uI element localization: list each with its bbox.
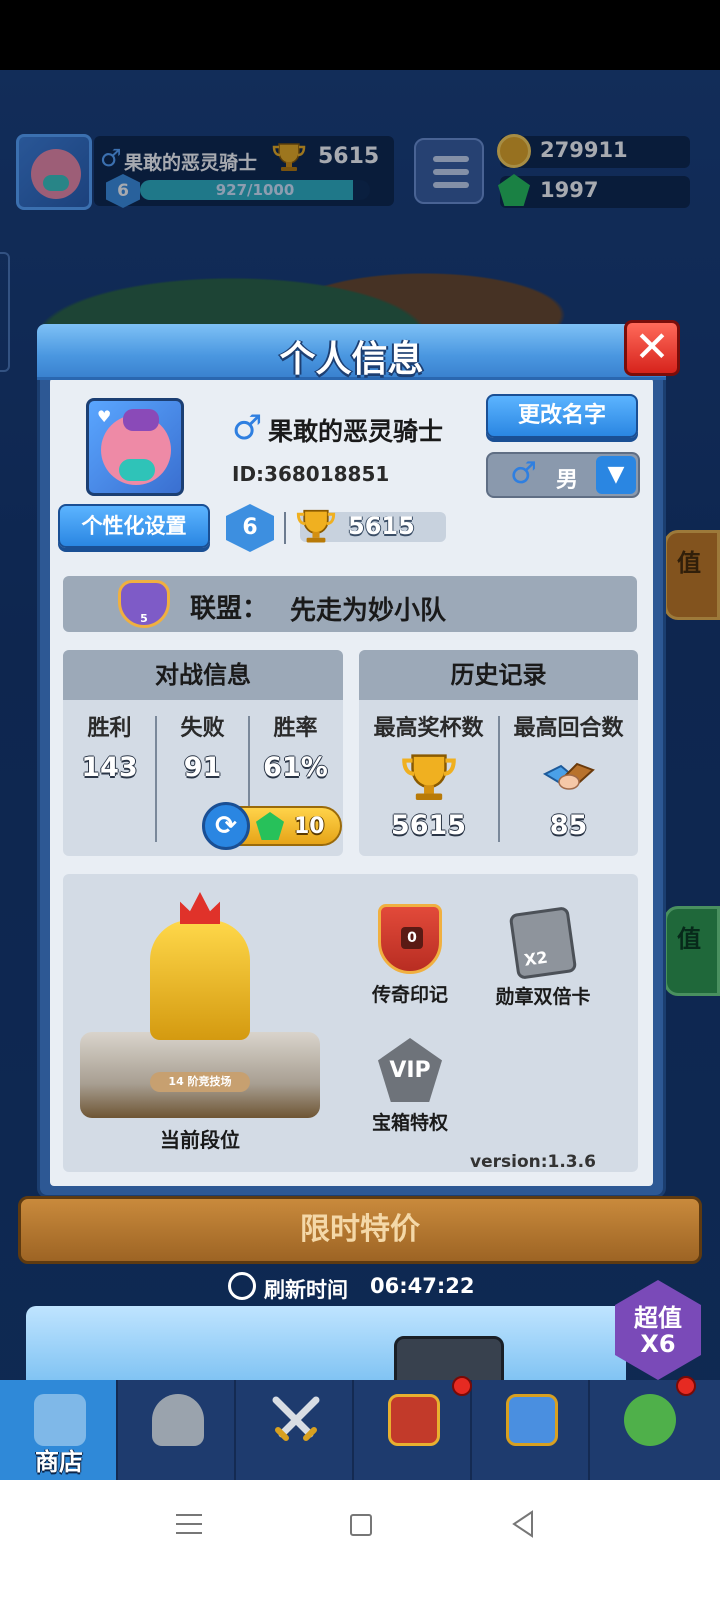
refresh-label: 刷新时间 <box>264 1278 348 1302</box>
stat-label: 胜利 <box>87 716 132 741</box>
stat-win-rate: 胜率 61% <box>249 710 342 783</box>
stat-value: 91 <box>183 752 222 783</box>
history-max-trophies: 最高奖杯数 5615 <box>359 710 498 841</box>
dropdown-arrow-button[interactable]: ▼ <box>596 456 636 494</box>
male-icon: ♂ <box>232 408 263 448</box>
tab-clan[interactable] <box>354 1380 472 1480</box>
refresh-time: 06:47:22 <box>370 1274 475 1298</box>
throne-icon <box>150 920 250 1040</box>
feature-label: 宝箱特权 <box>371 1112 448 1134</box>
clock-icon <box>228 1272 256 1300</box>
shop-chest-icon <box>34 1394 86 1446</box>
profile-name: 果敢的恶灵骑士 <box>268 417 444 446</box>
rename-button[interactable]: 更改名字 <box>486 394 638 438</box>
tab-heroes[interactable] <box>118 1380 236 1480</box>
history-value: 5615 <box>390 810 467 841</box>
feature-legend-mark[interactable]: 0 传奇印记 <box>350 904 470 1007</box>
reset-cost: 10 <box>294 814 325 839</box>
stat-value: 61% <box>263 752 328 783</box>
medal-double-card-icon: X2 <box>508 906 578 980</box>
sale-label: 限时特价 <box>300 1212 420 1247</box>
knight-helmet-icon <box>152 1394 204 1446</box>
card-header: 对战信息 <box>63 650 343 700</box>
close-icon: ✕ <box>634 322 670 371</box>
sprout-icon <box>624 1394 676 1446</box>
avatar-bow <box>123 409 159 431</box>
offer-item[interactable] <box>394 1336 504 1386</box>
heart-icon: ♥ <box>97 407 112 426</box>
arena-plate-text: 14 阶竞技场 <box>168 1075 232 1088</box>
feature-label: 勋章双倍卡 <box>495 986 591 1008</box>
menu-line <box>176 1523 202 1525</box>
battle-info-title: 对战信息 <box>155 661 251 689</box>
notification-dot <box>452 1376 472 1396</box>
history-label: 最高回合数 <box>513 716 624 741</box>
tab-shop[interactable]: 商店 <box>0 1380 118 1480</box>
vip-badge: VIP <box>389 1058 431 1083</box>
gender-value: 男 <box>556 468 579 493</box>
feature-label: 传奇印记 <box>371 984 448 1006</box>
feature-vip-chest[interactable]: VIP 宝箱特权 <box>350 1038 470 1135</box>
profile-avatar[interactable]: ♥ <box>86 398 184 496</box>
card-header: 历史记录 <box>359 650 638 700</box>
super-value-label: 超值 <box>634 1304 682 1332</box>
legend-mark-icon: 0 <box>378 904 442 974</box>
feature-medal-double-card[interactable]: X2 勋章双倍卡 <box>476 906 610 1009</box>
vip-chest-icon: VIP <box>378 1038 442 1102</box>
arena-plate: 14 阶竞技场 <box>150 1072 250 1092</box>
back-button[interactable] <box>510 1510 536 1538</box>
stat-losses: 失败 91 <box>156 710 249 783</box>
stat-value: 143 <box>81 752 138 783</box>
avatar-pacifier <box>119 459 155 481</box>
double-card-badge: X2 <box>522 947 549 970</box>
menu-line <box>176 1514 202 1516</box>
history-max-rounds: 最高回合数 85 <box>499 710 638 841</box>
gender-select[interactable]: ♂ 男 ▼ <box>486 452 640 498</box>
status-bar <box>0 0 720 70</box>
system-nav-bar <box>0 1480 720 1600</box>
history-label: 最高奖杯数 <box>373 716 484 741</box>
male-icon: ♂ <box>510 456 537 491</box>
tab-battle[interactable] <box>236 1380 354 1480</box>
alliance-badge-icon: 5 <box>118 580 170 628</box>
alliance-flag-icon <box>506 1394 558 1446</box>
crown-shield-icon <box>388 1394 440 1446</box>
alliance-label: 联盟： <box>190 594 269 624</box>
alliance-name: 先走为妙小队 <box>290 596 447 626</box>
menu-line <box>176 1532 202 1534</box>
close-button[interactable]: ✕ <box>624 320 680 376</box>
stat-label: 失败 <box>180 716 225 741</box>
home-button[interactable] <box>350 1514 372 1536</box>
customize-button[interactable]: 个性化设置 <box>58 504 210 548</box>
tab-label: 商店 <box>35 1448 83 1476</box>
alliance-level: 5 <box>140 612 148 625</box>
stat-label: 胜率 <box>273 716 318 741</box>
super-value-multiplier: X6 <box>640 1330 676 1358</box>
limited-sale-banner[interactable]: 限时特价 <box>18 1196 702 1264</box>
refresh-icon: ⟳ <box>202 802 250 850</box>
divider <box>284 512 286 544</box>
trophy-count: 5615 <box>348 512 415 540</box>
history-value: 85 <box>549 810 588 841</box>
history-title: 历史记录 <box>450 661 547 689</box>
trophy-icon <box>401 754 456 801</box>
profile-id: ID:368018851 <box>232 462 390 486</box>
current-rank-label: 当前段位 <box>160 1128 240 1152</box>
stat-wins: 胜利 143 <box>63 710 156 783</box>
crossed-swords-icon <box>272 1396 320 1441</box>
version-text: version:1.3.6 <box>470 1152 596 1172</box>
recent-apps-button[interactable] <box>176 1512 202 1536</box>
legend-mark-count: 0 <box>401 927 423 949</box>
tab-garden[interactable] <box>590 1380 720 1480</box>
tab-alliance[interactable] <box>472 1380 590 1480</box>
handshake-icon <box>542 762 595 790</box>
history-card: 历史记录 最高奖杯数 5615 最高回合数 85 <box>359 650 638 856</box>
notification-dot <box>676 1376 696 1396</box>
trophy-icon <box>296 509 336 543</box>
panel-title: 个人信息 <box>279 339 424 380</box>
chevron-down-icon: ▼ <box>607 462 625 487</box>
offer-card[interactable] <box>26 1306 626 1386</box>
